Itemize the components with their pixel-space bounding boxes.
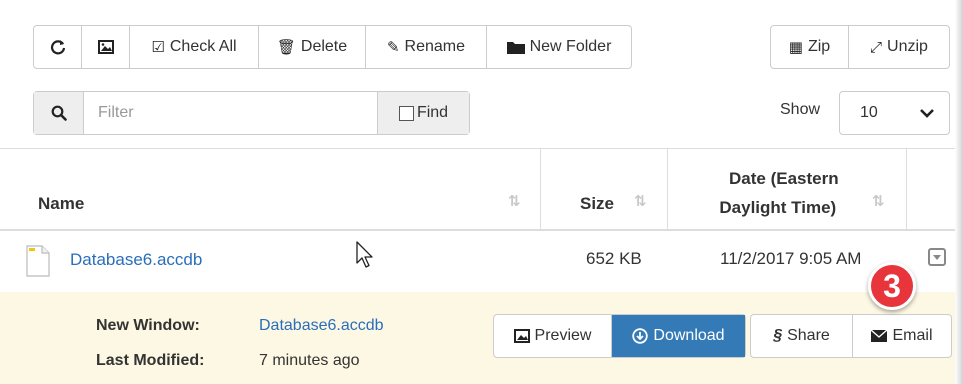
page-size-select[interactable]: 10 bbox=[839, 91, 950, 135]
chevron-down-icon bbox=[920, 109, 934, 118]
refresh-button[interactable] bbox=[34, 26, 82, 68]
delete-button[interactable]: 🗑 Delete bbox=[259, 26, 366, 68]
unzip-label: Unzip bbox=[887, 38, 928, 55]
last-modified-label: Last Modified: bbox=[96, 352, 205, 369]
step-badge: 3 bbox=[868, 262, 916, 310]
edit-icon: ✎ bbox=[386, 39, 400, 56]
toolbar-main: ☑ Check All 🗑 Delete ✎ Rename New Folder bbox=[33, 25, 632, 69]
download-label: Download bbox=[653, 327, 725, 344]
show-label: Show bbox=[780, 101, 821, 118]
preview-button[interactable]: Preview bbox=[494, 315, 612, 357]
share-button[interactable]: § Share bbox=[751, 315, 853, 357]
image-icon bbox=[97, 40, 114, 54]
new-window-link[interactable]: Database6.accdb bbox=[259, 317, 384, 335]
share-label: Share bbox=[787, 327, 830, 344]
window-edge-shadow bbox=[955, 0, 963, 384]
search-addon bbox=[34, 92, 84, 134]
sort-icon[interactable]: ⇅ bbox=[508, 192, 521, 210]
table-top-border bbox=[0, 148, 955, 149]
file-size: 652 KB bbox=[586, 249, 642, 268]
envelope-icon bbox=[871, 330, 888, 342]
expand-icon: ⤢ bbox=[870, 38, 883, 56]
folder-icon bbox=[506, 42, 525, 54]
column-header-name[interactable]: Name bbox=[38, 194, 84, 214]
date-header-line1: Date (Eastern bbox=[729, 169, 839, 188]
email-label: Email bbox=[892, 327, 933, 344]
zip-icon: ▦ bbox=[788, 39, 803, 56]
delete-label: Delete bbox=[300, 38, 348, 55]
email-button[interactable]: Email bbox=[853, 315, 951, 357]
rename-button[interactable]: ✎ Rename bbox=[366, 26, 487, 68]
file-manager: ☑ Check All 🗑 Delete ✎ Rename New Folder… bbox=[0, 0, 963, 384]
date-header-line2: Daylight Time) bbox=[719, 198, 837, 217]
search-icon bbox=[51, 105, 67, 121]
thumbnail-toggle-button[interactable] bbox=[82, 26, 130, 68]
column-divider bbox=[667, 149, 668, 229]
filter-input[interactable] bbox=[84, 92, 377, 134]
last-modified-value: 7 minutes ago bbox=[259, 352, 360, 369]
file-icon bbox=[26, 245, 50, 277]
preview-label: Preview bbox=[534, 327, 592, 344]
page-size-value: 10 bbox=[860, 104, 878, 121]
zip-button[interactable]: ▦ Zip bbox=[771, 26, 849, 68]
column-header-size[interactable]: Size bbox=[580, 194, 614, 214]
column-divider bbox=[906, 149, 907, 229]
file-name-link[interactable]: Database6.accdb bbox=[70, 250, 202, 270]
column-divider bbox=[540, 149, 541, 229]
download-icon bbox=[632, 328, 649, 344]
rename-label: Rename bbox=[404, 38, 466, 55]
file-actions-share: § Share Email bbox=[750, 314, 952, 358]
find-checkbox[interactable]: Find bbox=[377, 92, 469, 134]
check-all-button[interactable]: ☑ Check All bbox=[130, 26, 259, 68]
new-folder-button[interactable]: New Folder bbox=[487, 26, 631, 68]
sort-icon[interactable]: ⇅ bbox=[634, 192, 647, 210]
mouse-cursor-icon bbox=[356, 241, 373, 268]
checkbox-icon[interactable] bbox=[398, 105, 414, 121]
file-date: 11/2/2017 9:05 AM bbox=[720, 249, 862, 268]
find-label: Find bbox=[416, 104, 449, 121]
link-icon: § bbox=[773, 327, 783, 344]
zip-label: Zip bbox=[807, 38, 831, 55]
row-dropdown-toggle[interactable] bbox=[928, 248, 946, 266]
trash-icon: 🗑 bbox=[276, 39, 296, 56]
column-header-date[interactable]: Date (Eastern Daylight Time) bbox=[717, 164, 839, 222]
toolbar-archive: ▦ Zip ⤢ Unzip bbox=[770, 25, 950, 69]
refresh-icon bbox=[50, 40, 65, 55]
new-window-label: New Window: bbox=[96, 317, 200, 334]
unzip-button[interactable]: ⤢ Unzip bbox=[849, 26, 949, 68]
check-all-label: Check All bbox=[169, 38, 237, 55]
file-actions-primary: Preview Download bbox=[493, 314, 746, 358]
new-folder-label: New Folder bbox=[529, 38, 612, 55]
image-icon bbox=[513, 329, 530, 343]
download-button[interactable]: Download bbox=[612, 315, 745, 357]
check-square-icon: ☑ bbox=[151, 39, 165, 56]
sort-icon[interactable]: ⇅ bbox=[872, 192, 885, 210]
filter-group: Find bbox=[33, 91, 470, 135]
